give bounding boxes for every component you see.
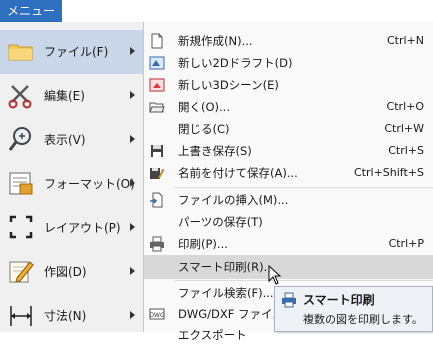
left-item-edit[interactable]: 編集(E)	[0, 74, 143, 118]
left-item-layout[interactable]: レイアウト(P)	[0, 206, 143, 250]
submenu-item-new-3d[interactable]: 新しい3Dシーン(E)	[144, 73, 433, 97]
printer-icon	[149, 236, 165, 252]
svg-text:DWG: DWG	[149, 312, 165, 319]
submenu-item-label: 新しい2Dドラフト(D)	[178, 56, 293, 70]
shortcut-label: Ctrl+O	[386, 100, 424, 113]
shortcut-label: Ctrl+W	[384, 122, 424, 135]
submenu-item-label: 新しい3Dシーン(E)	[178, 78, 279, 92]
left-item-label: 表示(V)	[44, 133, 86, 147]
submenu-item-label: エクスポート	[178, 328, 247, 342]
submenu-item-open[interactable]: 開く(O)... Ctrl+O	[144, 95, 433, 119]
submenu-item-label: 上書き保存(S)	[178, 144, 252, 158]
left-item-label: 寸法(N)	[44, 309, 87, 323]
tooltip-description: 複数の図を印刷します。	[303, 313, 423, 326]
submenu-item-label: ファイルの挿入(M)...	[178, 193, 289, 207]
submenu-item-label: 閉じる(C)	[178, 122, 230, 136]
left-item-format[interactable]: フォーマット(O)	[0, 162, 143, 206]
shortcut-label: Ctrl+S	[388, 144, 424, 157]
submenu-item-insert-file[interactable]: ファイルの挿入(M)...	[144, 188, 433, 212]
left-item-label: フォーマット(O)	[44, 177, 135, 191]
left-menu-panel: ファイル(F) 編集(E) 表示(V) フォーマット(O) レイアウト(P) 作…	[0, 22, 144, 332]
submenu-item-save-as[interactable]: 名前を付けて保存(A)... Ctrl+Shift+S	[144, 161, 433, 185]
chevron-right-icon	[130, 91, 135, 99]
left-item-label: ファイル(F)	[44, 45, 109, 59]
folder-icon	[6, 36, 36, 66]
submenu-item-print[interactable]: 印刷(P)... Ctrl+P	[144, 232, 433, 256]
scene-3d-icon	[149, 77, 165, 93]
submenu-item-label: 新規作成(N)...	[178, 34, 253, 48]
submenu-item-save-parts[interactable]: パーツの保存(T)	[144, 210, 433, 234]
shortcut-label: Ctrl+N	[386, 34, 424, 47]
submenu-item-label: 開く(O)...	[178, 100, 230, 114]
left-item-label: 編集(E)	[44, 89, 85, 103]
tooltip-title: スマート印刷	[303, 293, 375, 307]
left-item-label: 作図(D)	[44, 265, 87, 279]
submenu-item-label: 名前を付けて保存(A)...	[178, 166, 298, 180]
submenu-item-new[interactable]: 新規作成(N)... Ctrl+N	[144, 29, 433, 53]
chevron-right-icon	[130, 267, 135, 275]
submenu-item-label: 印刷(P)...	[178, 237, 228, 251]
shortcut-label: Ctrl+P	[388, 237, 424, 250]
insert-file-icon	[149, 192, 165, 208]
submenu-item-label: スマート印刷(R)...	[178, 260, 275, 274]
layout-frame-icon	[6, 212, 36, 242]
dimension-icon	[6, 300, 36, 330]
smart-print-icon	[281, 292, 297, 308]
save-as-icon	[149, 165, 165, 181]
submenu-item-new-2d[interactable]: 新しい2Dドラフト(D)	[144, 51, 433, 75]
chevron-right-icon	[130, 47, 135, 55]
left-item-draw[interactable]: 作図(D)	[0, 250, 143, 294]
smart-print-tooltip: スマート印刷 複数の図を印刷します。	[274, 286, 433, 332]
chevron-right-icon	[130, 223, 135, 231]
scissors-icon	[6, 80, 36, 110]
pencil-icon	[6, 256, 36, 286]
mouse-cursor-icon	[268, 265, 282, 285]
save-icon	[149, 143, 165, 159]
menu-tab[interactable]: メニュー	[0, 0, 62, 22]
left-item-dimension[interactable]: 寸法(N)	[0, 294, 143, 338]
submenu-item-label: パーツの保存(T)	[178, 215, 263, 229]
magnifier-icon	[6, 124, 36, 154]
chevron-right-icon	[130, 311, 135, 319]
submenu-item-close[interactable]: 閉じる(C) Ctrl+W	[144, 117, 433, 141]
chevron-right-icon	[130, 179, 135, 187]
chevron-right-icon	[130, 135, 135, 143]
draft-2d-icon	[149, 55, 165, 71]
menu-bar: メニュー	[0, 0, 433, 22]
format-icon	[6, 168, 36, 198]
left-item-label: レイアウト(P)	[44, 221, 121, 235]
left-item-file[interactable]: ファイル(F)	[0, 30, 143, 74]
submenu-item-smart-print[interactable]: スマート印刷(R)...	[144, 255, 433, 279]
shortcut-label: Ctrl+Shift+S	[354, 166, 424, 179]
submenu-item-save[interactable]: 上書き保存(S) Ctrl+S	[144, 139, 433, 163]
open-folder-icon	[149, 99, 165, 115]
new-doc-icon	[149, 33, 165, 49]
dwg-icon: DWG	[149, 306, 165, 322]
left-item-view[interactable]: 表示(V)	[0, 118, 143, 162]
